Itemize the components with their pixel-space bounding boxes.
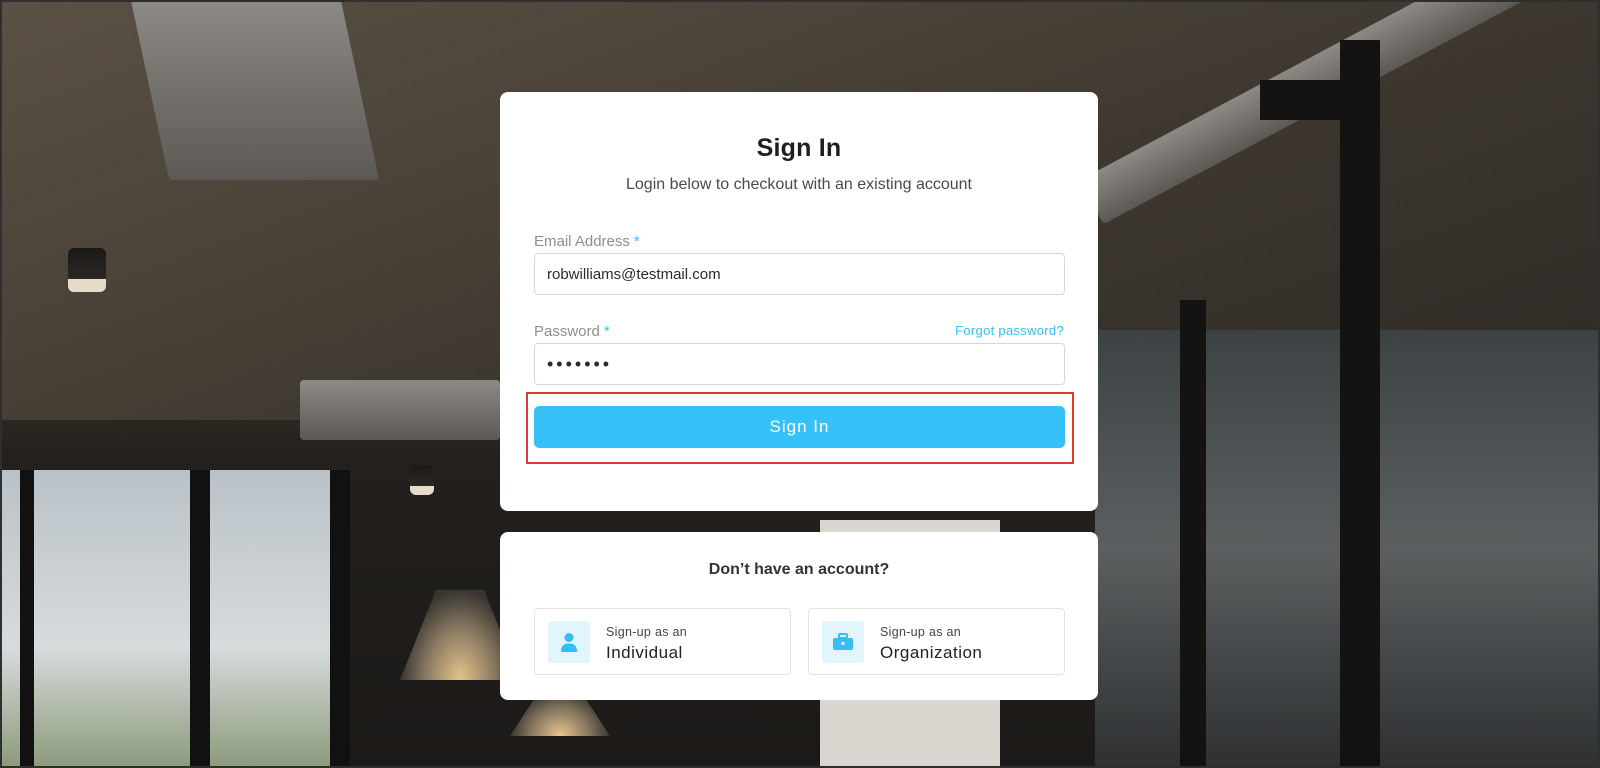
steel-beam — [1180, 300, 1206, 768]
briefcase-icon-glyph — [833, 633, 853, 650]
option-caption: Sign-up as an — [880, 625, 962, 639]
window-frame — [330, 470, 350, 768]
steel-beam — [1340, 40, 1380, 768]
steel-beam — [1260, 80, 1370, 120]
page-subtitle: Login below to checkout with an existing… — [626, 176, 972, 193]
page-title: Sign In — [756, 134, 842, 162]
window-frame — [20, 470, 34, 768]
briefcase-icon — [822, 621, 864, 663]
required-mark: * — [633, 233, 640, 250]
ceiling-spotlight — [68, 248, 106, 292]
option-title: Organization — [880, 643, 983, 662]
password-label-text: Password — [534, 323, 600, 340]
signup-organization-option[interactable]: Sign-up as an Organization — [808, 608, 1065, 675]
person-icon-glyph — [561, 633, 577, 652]
window — [0, 470, 350, 768]
email-label: Email Address * — [534, 233, 640, 250]
email-label-text: Email Address — [534, 233, 630, 250]
air-duct — [300, 380, 500, 440]
password-field[interactable]: ••••••• — [534, 343, 1065, 385]
option-title: Individual — [606, 643, 683, 662]
signin-card: Sign In Login below to checkout with an … — [500, 92, 1098, 511]
signup-individual-option[interactable]: Sign-up as an Individual — [534, 608, 791, 675]
signin-button[interactable]: Sign In — [534, 406, 1065, 448]
forgot-password-link[interactable]: Forgot password? — [955, 323, 1064, 338]
signup-card: Don’t have an account? Sign-up as an Ind… — [500, 532, 1098, 700]
ceiling-spotlight — [410, 465, 434, 495]
required-mark: * — [603, 323, 610, 340]
person-icon — [548, 621, 590, 663]
window-frame — [190, 470, 210, 768]
password-label: Password * — [534, 323, 610, 340]
signup-question: Don’t have an account? — [708, 561, 890, 578]
air-duct — [130, 0, 380, 180]
option-caption: Sign-up as an — [606, 625, 688, 639]
email-field[interactable]: robwilliams@testmail.com — [534, 253, 1065, 295]
